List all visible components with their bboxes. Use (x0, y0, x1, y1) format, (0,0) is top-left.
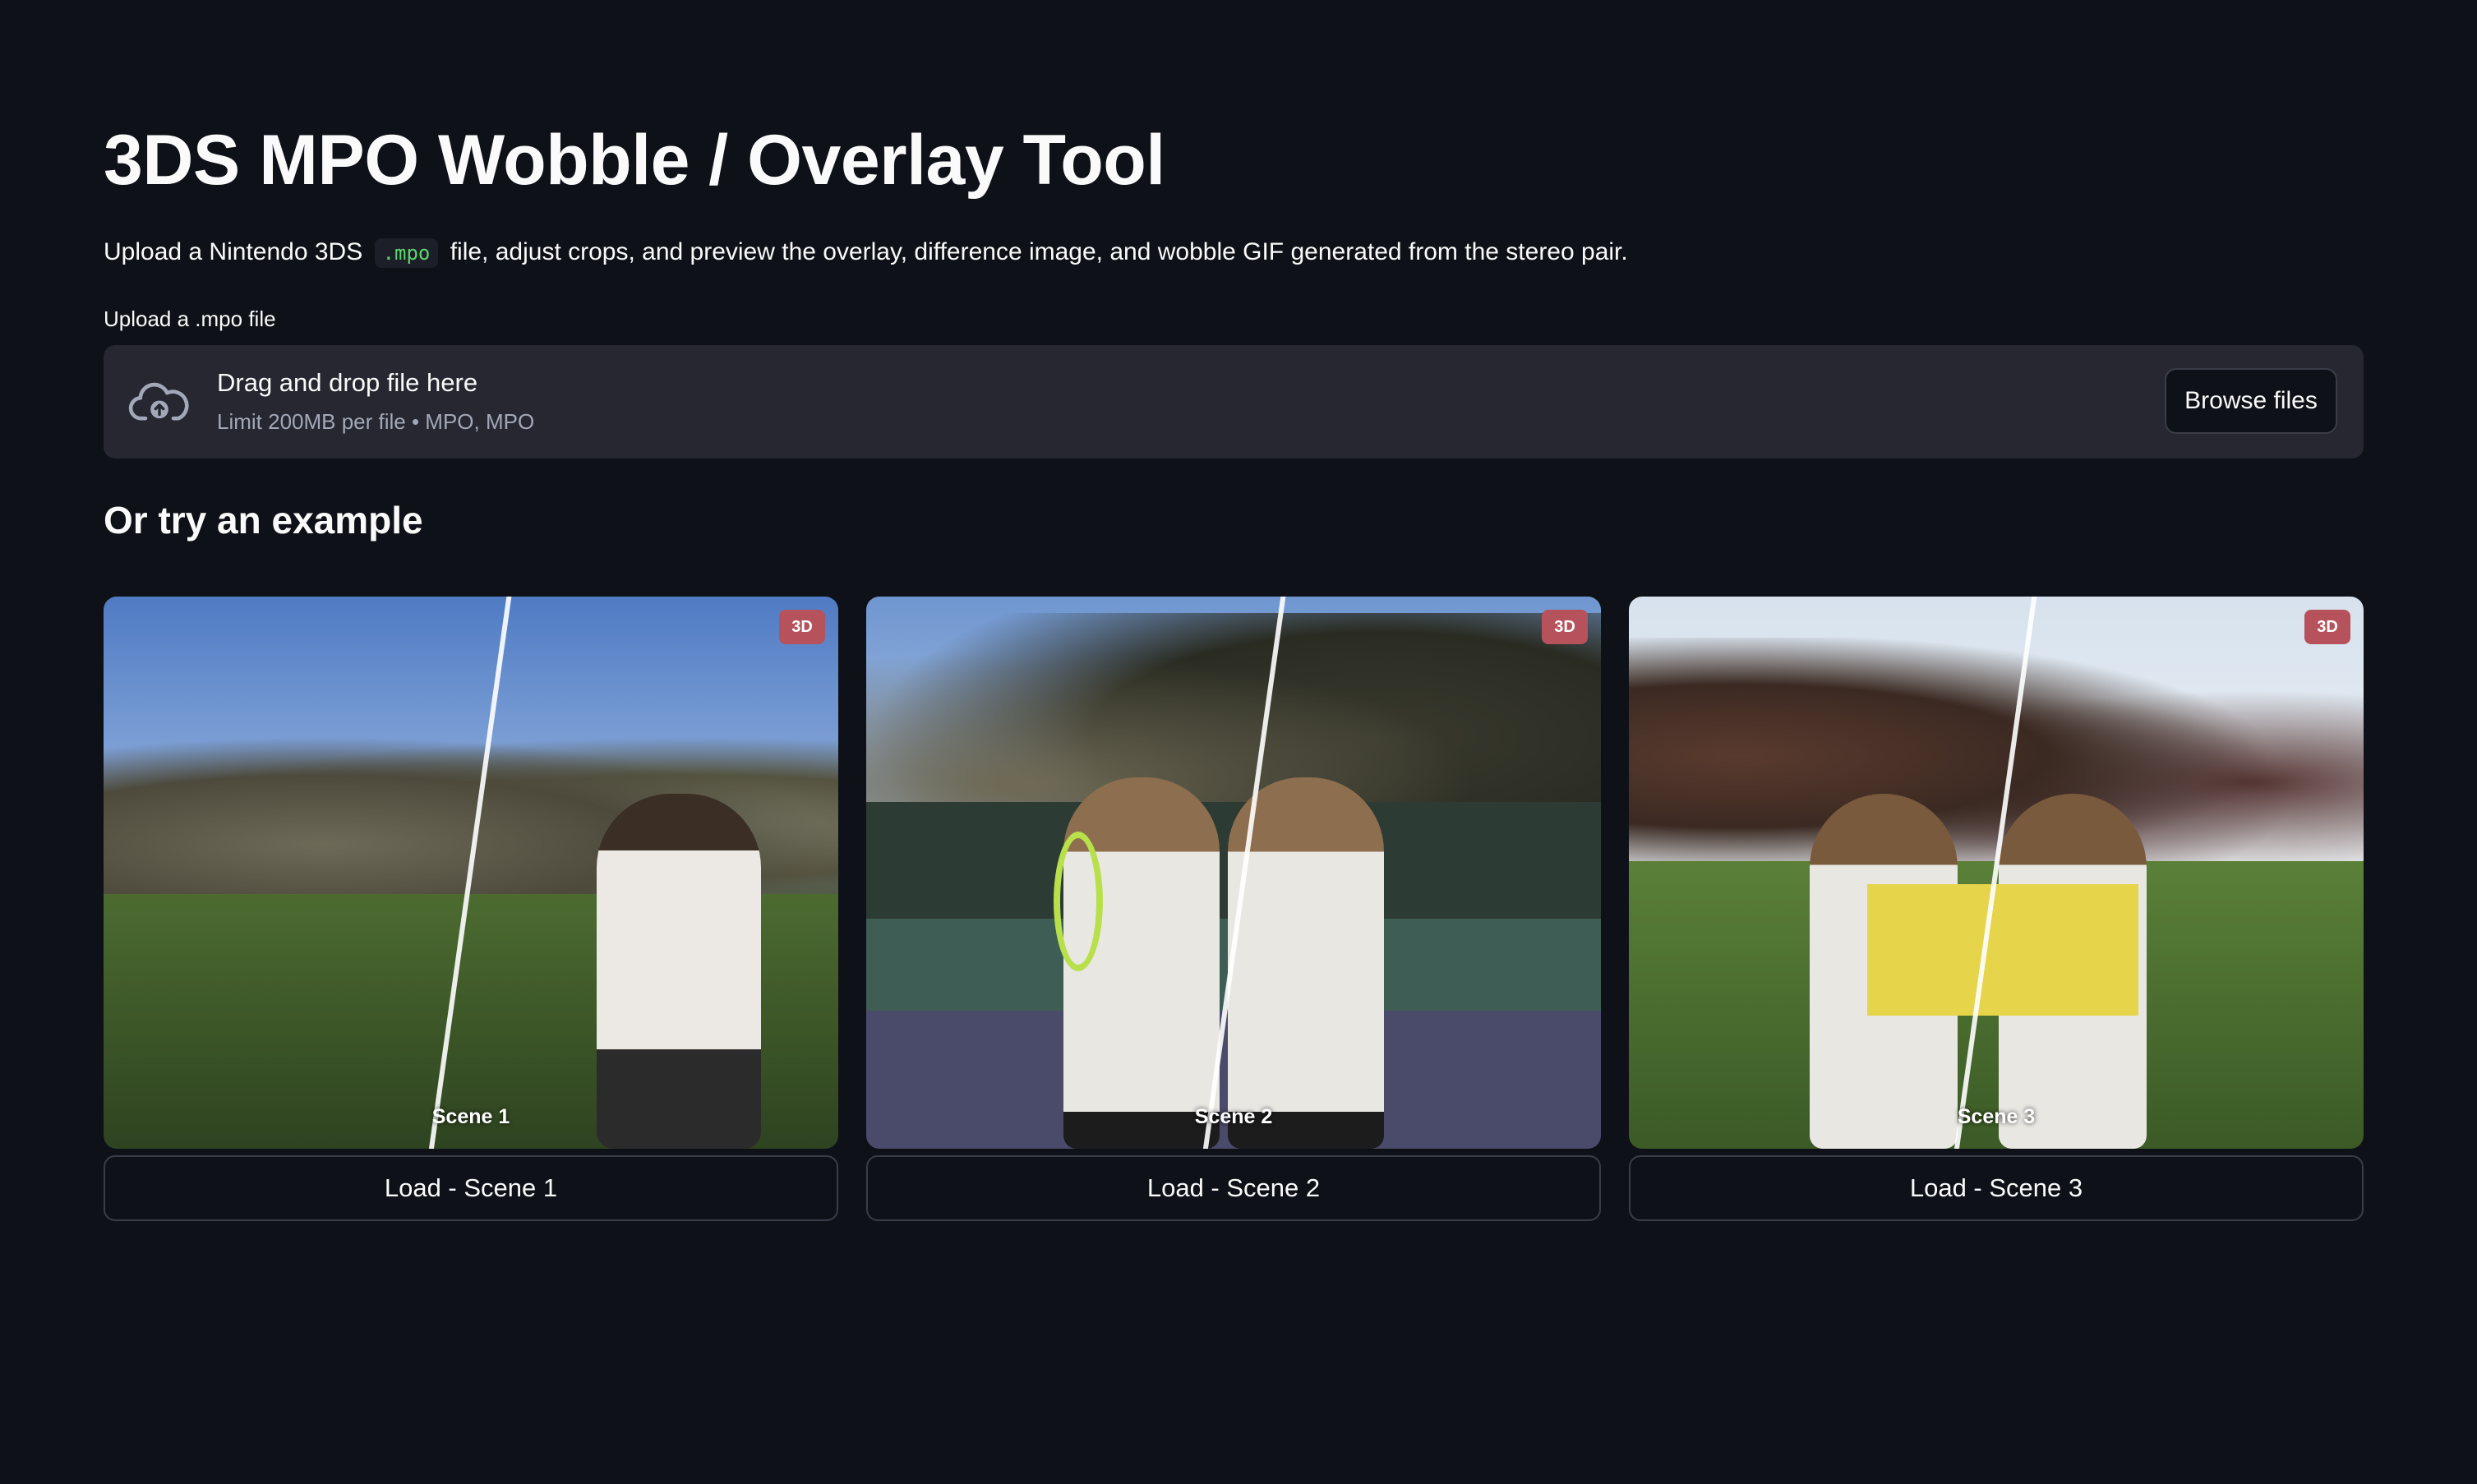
scene-2-3d-badge: 3D (1542, 610, 1588, 644)
dropzone-instructions: Drag and drop file here (217, 368, 478, 397)
scene-1-thumbnail[interactable]: 3D Scene 1 (104, 597, 838, 1149)
scene-1-3d-badge: 3D (779, 610, 825, 644)
load-scene-1-button[interactable]: Load - Scene 1 (104, 1155, 838, 1221)
example-card-scene-1: 3D Scene 1 Load - Scene 1 (104, 597, 838, 1221)
scene-3-thumbnail[interactable]: 3D Scene 3 (1629, 597, 2364, 1149)
upload-label: Upload a .mpo file (104, 306, 276, 331)
load-scene-2-button[interactable]: Load - Scene 2 (866, 1155, 1601, 1221)
scene-2-thumbnail[interactable]: 3D Scene 2 (866, 597, 1601, 1149)
scene-2-caption: Scene 2 (1194, 1105, 1273, 1128)
intro-text-end: file, adjust crops, and preview the over… (450, 238, 1628, 265)
browse-files-button[interactable]: Browse files (2165, 368, 2337, 434)
scene-1-caption: Scene 1 (431, 1105, 510, 1128)
mpo-code-snippet: .mpo (374, 238, 439, 268)
scene-1-person (597, 794, 761, 1149)
example-card-scene-3: 3D Scene 3 Load - Scene 3 (1629, 597, 2364, 1221)
scene-3-caption: Scene 3 (1957, 1105, 2036, 1128)
scene-2-tennis-racket (1054, 832, 1103, 971)
examples-heading: Or try an example (104, 499, 423, 542)
page-title: 3DS MPO Wobble / Overlay Tool (104, 121, 1165, 200)
intro-text: Upload a Nintendo 3DS .mpo file, adjust … (104, 232, 1628, 274)
cloud-upload-icon (128, 382, 189, 421)
scene-3-yellow-flag (1867, 884, 2138, 1016)
intro-text-start: Upload a Nintendo 3DS (104, 238, 363, 265)
dropzone-limit-text: Limit 200MB per file • MPO, MPO (217, 409, 535, 434)
file-dropzone[interactable]: Drag and drop file here Limit 200MB per … (104, 345, 2364, 459)
example-card-scene-2: 3D Scene 2 Load - Scene 2 (866, 597, 1601, 1221)
load-scene-3-button[interactable]: Load - Scene 3 (1629, 1155, 2364, 1221)
scene-3-3d-badge: 3D (2304, 610, 2350, 644)
